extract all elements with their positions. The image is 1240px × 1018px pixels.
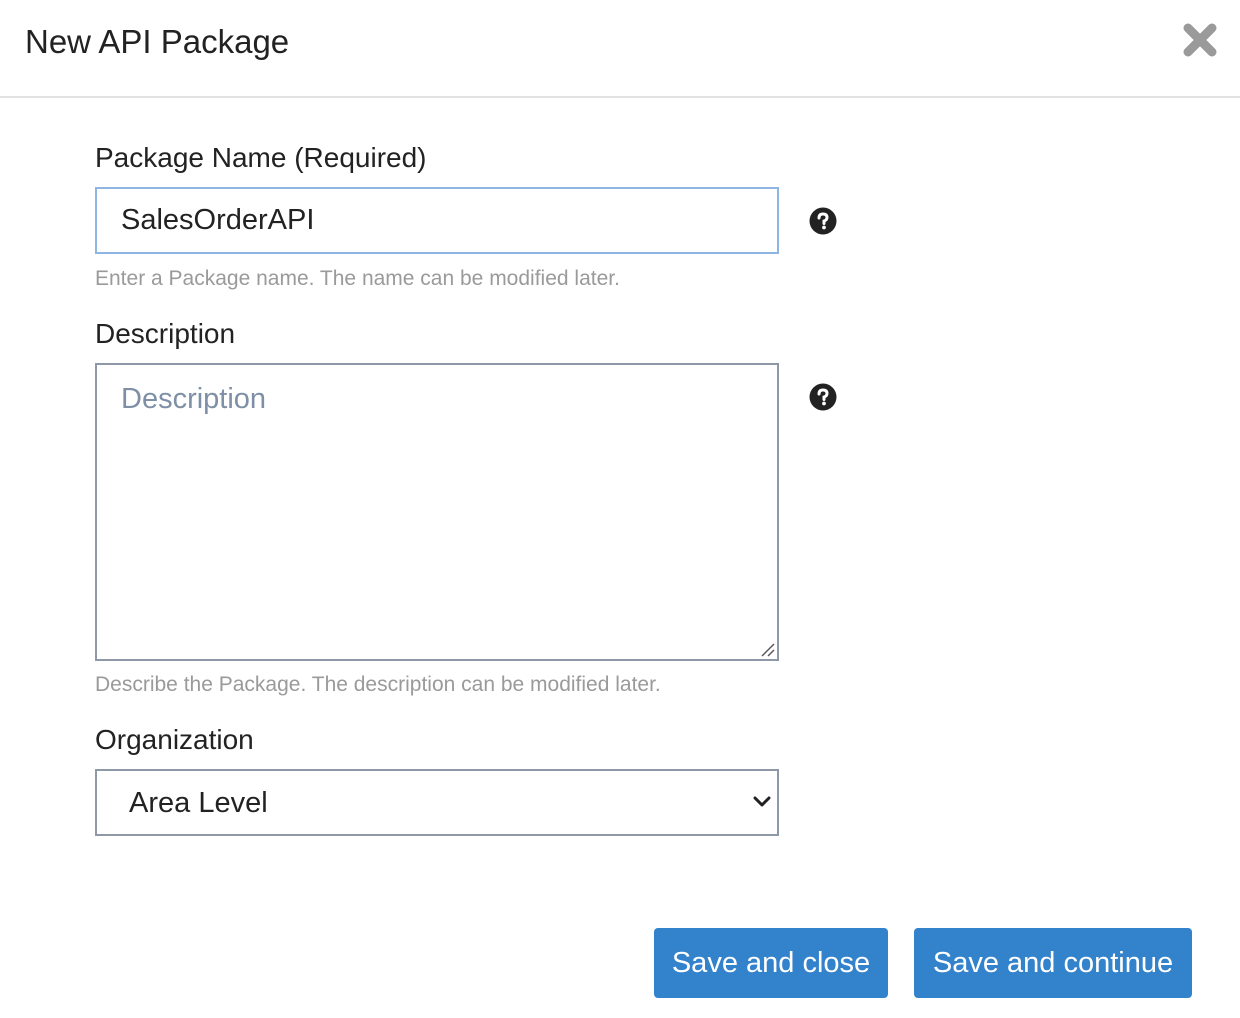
organization-select[interactable]: Area Level <box>95 769 779 836</box>
organization-selected-value: Area Level <box>129 787 268 819</box>
save-and-close-button[interactable]: Save and close <box>654 928 888 998</box>
close-x-icon <box>1183 23 1217 57</box>
close-button[interactable] <box>1180 20 1220 60</box>
package-name-help-text: Enter a Package name. The name can be mo… <box>95 267 620 290</box>
dialog-header: New API Package <box>0 0 1240 98</box>
save-and-continue-button[interactable]: Save and continue <box>914 928 1192 998</box>
new-api-package-dialog: New API Package Package Name (Required) … <box>0 0 1240 1018</box>
package-name-input[interactable] <box>95 187 779 254</box>
description-textarea[interactable] <box>95 363 779 661</box>
dialog-title: New API Package <box>25 23 290 60</box>
description-help-text: Describe the Package. The description ca… <box>95 673 661 696</box>
question-circle-icon <box>809 207 837 235</box>
description-label: Description <box>95 318 236 349</box>
chevron-down-icon <box>753 796 771 807</box>
package-name-help-icon[interactable] <box>809 207 837 235</box>
question-circle-icon <box>809 383 837 411</box>
resize-grip-icon[interactable] <box>759 641 775 657</box>
package-name-label: Package Name (Required) <box>95 142 427 173</box>
organization-label: Organization <box>95 724 254 755</box>
description-help-icon[interactable] <box>809 383 837 411</box>
